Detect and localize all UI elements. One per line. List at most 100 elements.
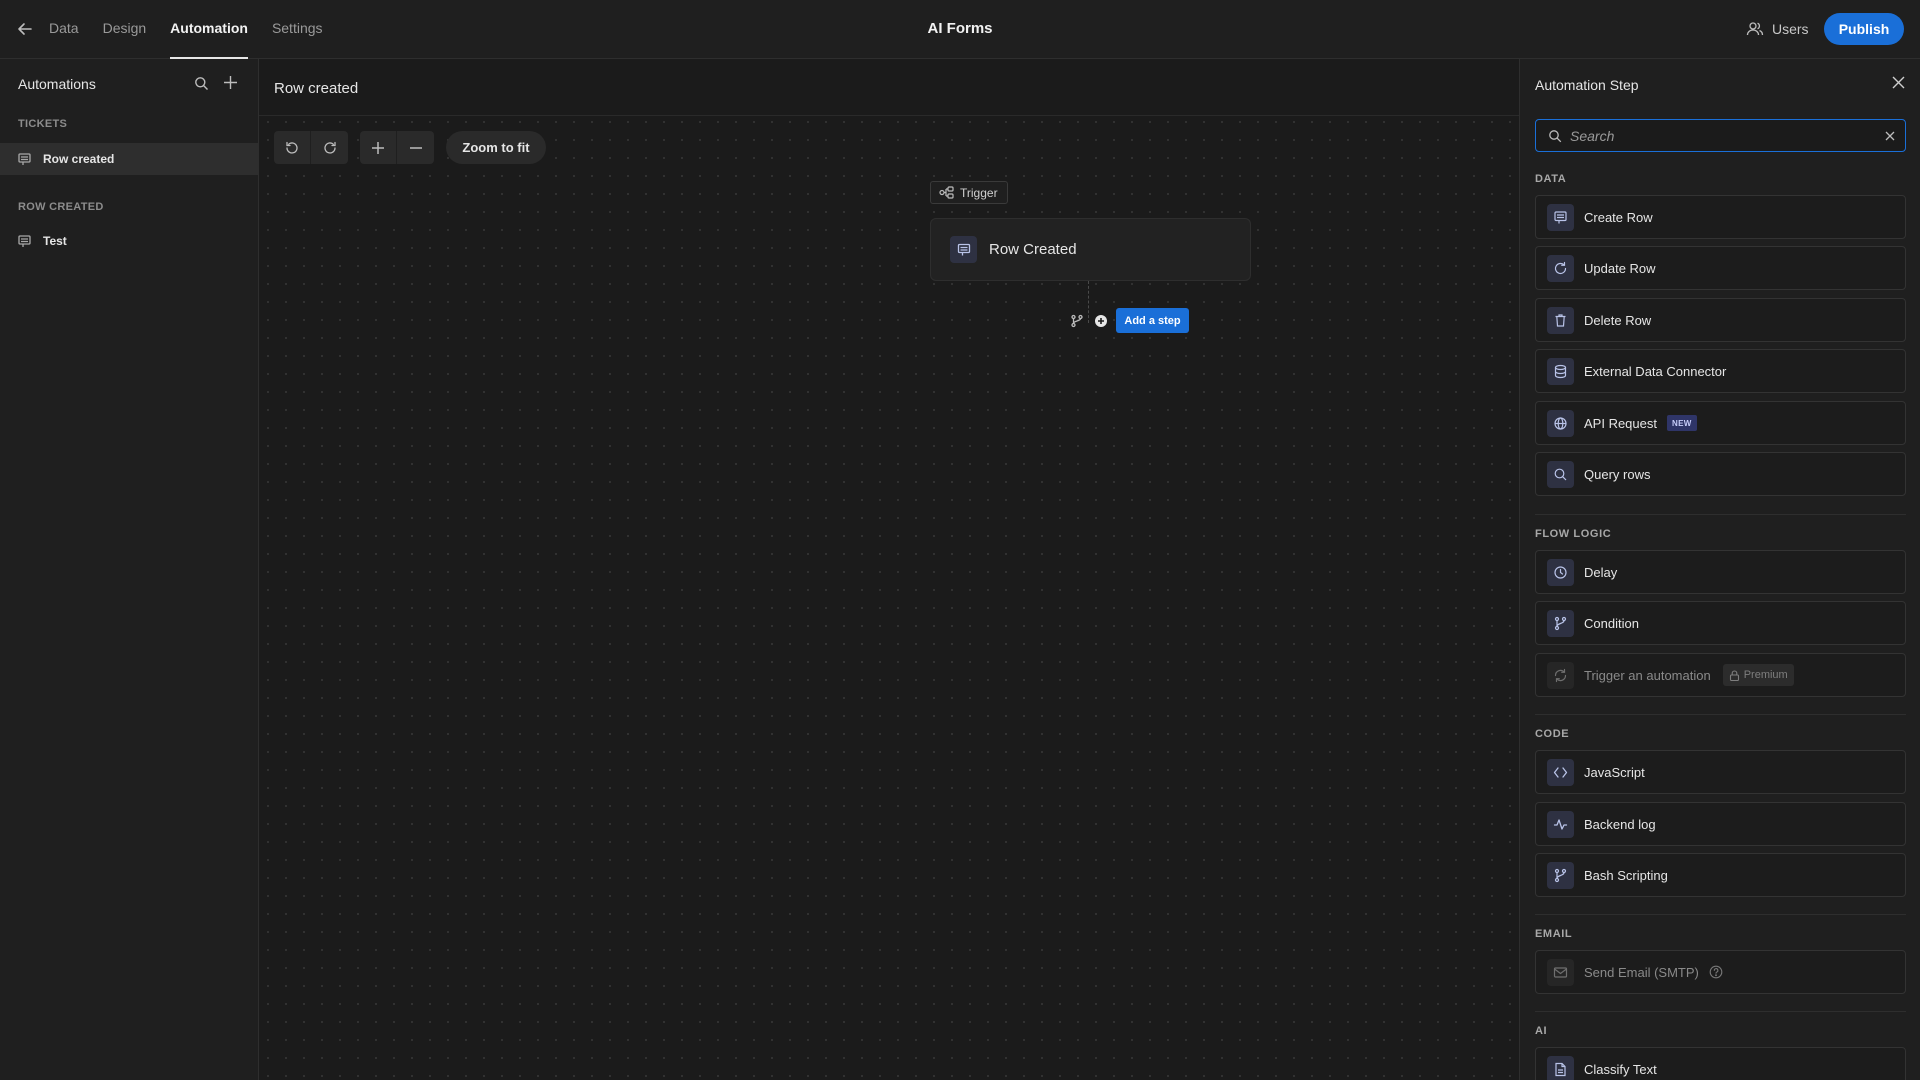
branch-icon[interactable] [1070, 314, 1084, 328]
step-label: Backend log [1584, 816, 1656, 832]
new-badge: NEW [1667, 415, 1697, 431]
trigger-icon [939, 186, 954, 199]
trash-icon [1547, 306, 1574, 334]
tab-data[interactable]: Data [49, 0, 79, 59]
step-update-row[interactable]: Update Row [1535, 246, 1906, 290]
top-bar: Data Design Automation Settings AI Forms… [0, 0, 1920, 59]
clear-search-icon[interactable] [1884, 130, 1896, 142]
trigger-tag-label: Trigger [960, 185, 998, 200]
nav-tabs: Data Design Automation Settings [49, 0, 347, 59]
tab-design[interactable]: Design [103, 0, 147, 59]
canvas-header: Row created [259, 59, 1519, 116]
category-heading: FLOW LOGIC [1535, 528, 1612, 540]
step-label: API Request [1584, 415, 1657, 431]
premium-badge: Premium [1722, 664, 1794, 686]
code-icon [1547, 758, 1574, 786]
section-divider [1535, 1011, 1906, 1012]
step-delay[interactable]: Delay [1535, 550, 1906, 594]
trigger-tag: Trigger [930, 181, 1008, 204]
category-heading: AI [1535, 1025, 1548, 1037]
step-create-row[interactable]: Create Row [1535, 195, 1906, 239]
premium-label: Premium [1743, 669, 1788, 681]
automation-step-panel: Automation Step DATA Create Row Update R… [1519, 59, 1920, 1080]
sidebar-item-row-created[interactable]: Row created [0, 143, 258, 175]
history-controls [274, 131, 348, 164]
publish-button[interactable]: Publish [1824, 13, 1904, 45]
step-search [1535, 119, 1906, 152]
automations-sidebar: Automations TICKETS Row created ROW CREA… [0, 59, 259, 1080]
mail-icon [1547, 958, 1574, 986]
refresh-icon [1547, 661, 1574, 689]
panel-title: Automation Step [1535, 77, 1639, 93]
step-label: Classify Text [1584, 1061, 1657, 1077]
zoom-to-fit-button[interactable]: Zoom to fit [446, 131, 546, 164]
redo-icon [322, 140, 338, 156]
tab-automation[interactable]: Automation [170, 0, 248, 59]
section-divider [1535, 714, 1906, 715]
sidebar-group-heading: ROW CREATED [18, 201, 104, 213]
step-label: Condition [1584, 615, 1639, 631]
step-classify-text[interactable]: Classify Text [1535, 1047, 1906, 1080]
document-icon [1547, 1055, 1574, 1080]
tab-settings[interactable]: Settings [272, 0, 323, 59]
pulse-icon [1547, 810, 1574, 838]
step-label: Delay [1584, 564, 1618, 580]
redo-button[interactable] [311, 131, 348, 164]
step-query-rows[interactable]: Query rows [1535, 452, 1906, 496]
table-row-icon [950, 236, 977, 263]
help-icon[interactable] [1709, 965, 1723, 979]
add-step-plus-icon[interactable] [1095, 315, 1107, 327]
branch-icon [1547, 861, 1574, 889]
search-icon [1547, 460, 1574, 488]
trigger-step-card[interactable]: Row Created [930, 218, 1251, 281]
step-delete-row[interactable]: Delete Row [1535, 298, 1906, 342]
database-icon [1547, 357, 1574, 385]
refresh-icon [1547, 254, 1574, 282]
step-backend-log[interactable]: Backend log [1535, 802, 1906, 846]
step-label: Delete Row [1584, 312, 1652, 328]
undo-icon [284, 140, 300, 156]
sidebar-title: Automations [18, 76, 96, 92]
globe-icon [1547, 409, 1574, 437]
sidebar-item-label: Row created [43, 152, 115, 166]
users-label: Users [1772, 21, 1809, 37]
minus-icon [408, 140, 424, 156]
step-search-input[interactable] [1570, 120, 1870, 151]
automation-canvas[interactable]: Row created Zoom to fit Trigger Row Crea… [259, 59, 1519, 1080]
undo-button[interactable] [274, 131, 311, 164]
category-heading: CODE [1535, 728, 1570, 740]
search-icon[interactable] [194, 76, 209, 91]
zoom-out-button[interactable] [397, 131, 434, 164]
step-label: Trigger an automation [1584, 667, 1711, 683]
step-bash-scripting[interactable]: Bash Scripting [1535, 853, 1906, 897]
sidebar-item-test[interactable]: Test [0, 225, 258, 257]
plus-icon [370, 140, 386, 156]
step-label: JavaScript [1584, 764, 1645, 780]
zoom-controls [360, 131, 434, 164]
table-row-icon [1547, 203, 1574, 231]
step-javascript[interactable]: JavaScript [1535, 750, 1906, 794]
clock-icon [1547, 558, 1574, 586]
step-condition[interactable]: Condition [1535, 601, 1906, 645]
step-external-data-connector[interactable]: External Data Connector [1535, 349, 1906, 393]
step-label: Bash Scripting [1584, 867, 1668, 883]
step-trigger-an-automation[interactable]: Trigger an automation Premium [1535, 653, 1906, 697]
back-arrow-icon[interactable] [16, 20, 34, 38]
users-button[interactable]: Users [1746, 18, 1809, 40]
zoom-in-button[interactable] [360, 131, 397, 164]
trigger-step-label: Row Created [989, 241, 1077, 258]
users-icon [1746, 20, 1764, 38]
step-api-request[interactable]: API Request NEW [1535, 401, 1906, 445]
close-icon[interactable] [1891, 75, 1906, 90]
table-row-icon [18, 152, 31, 166]
branch-icon [1547, 609, 1574, 637]
add-step-button[interactable]: Add a step [1116, 308, 1189, 333]
step-label: Update Row [1584, 260, 1656, 276]
lock-icon [1729, 669, 1740, 681]
category-heading: DATA [1535, 173, 1567, 185]
step-send-email-smtp[interactable]: Send Email (SMTP) [1535, 950, 1906, 994]
add-automation-icon[interactable] [222, 74, 239, 91]
category-heading: EMAIL [1535, 928, 1573, 940]
step-label: Create Row [1584, 209, 1653, 225]
step-label: Query rows [1584, 466, 1651, 482]
